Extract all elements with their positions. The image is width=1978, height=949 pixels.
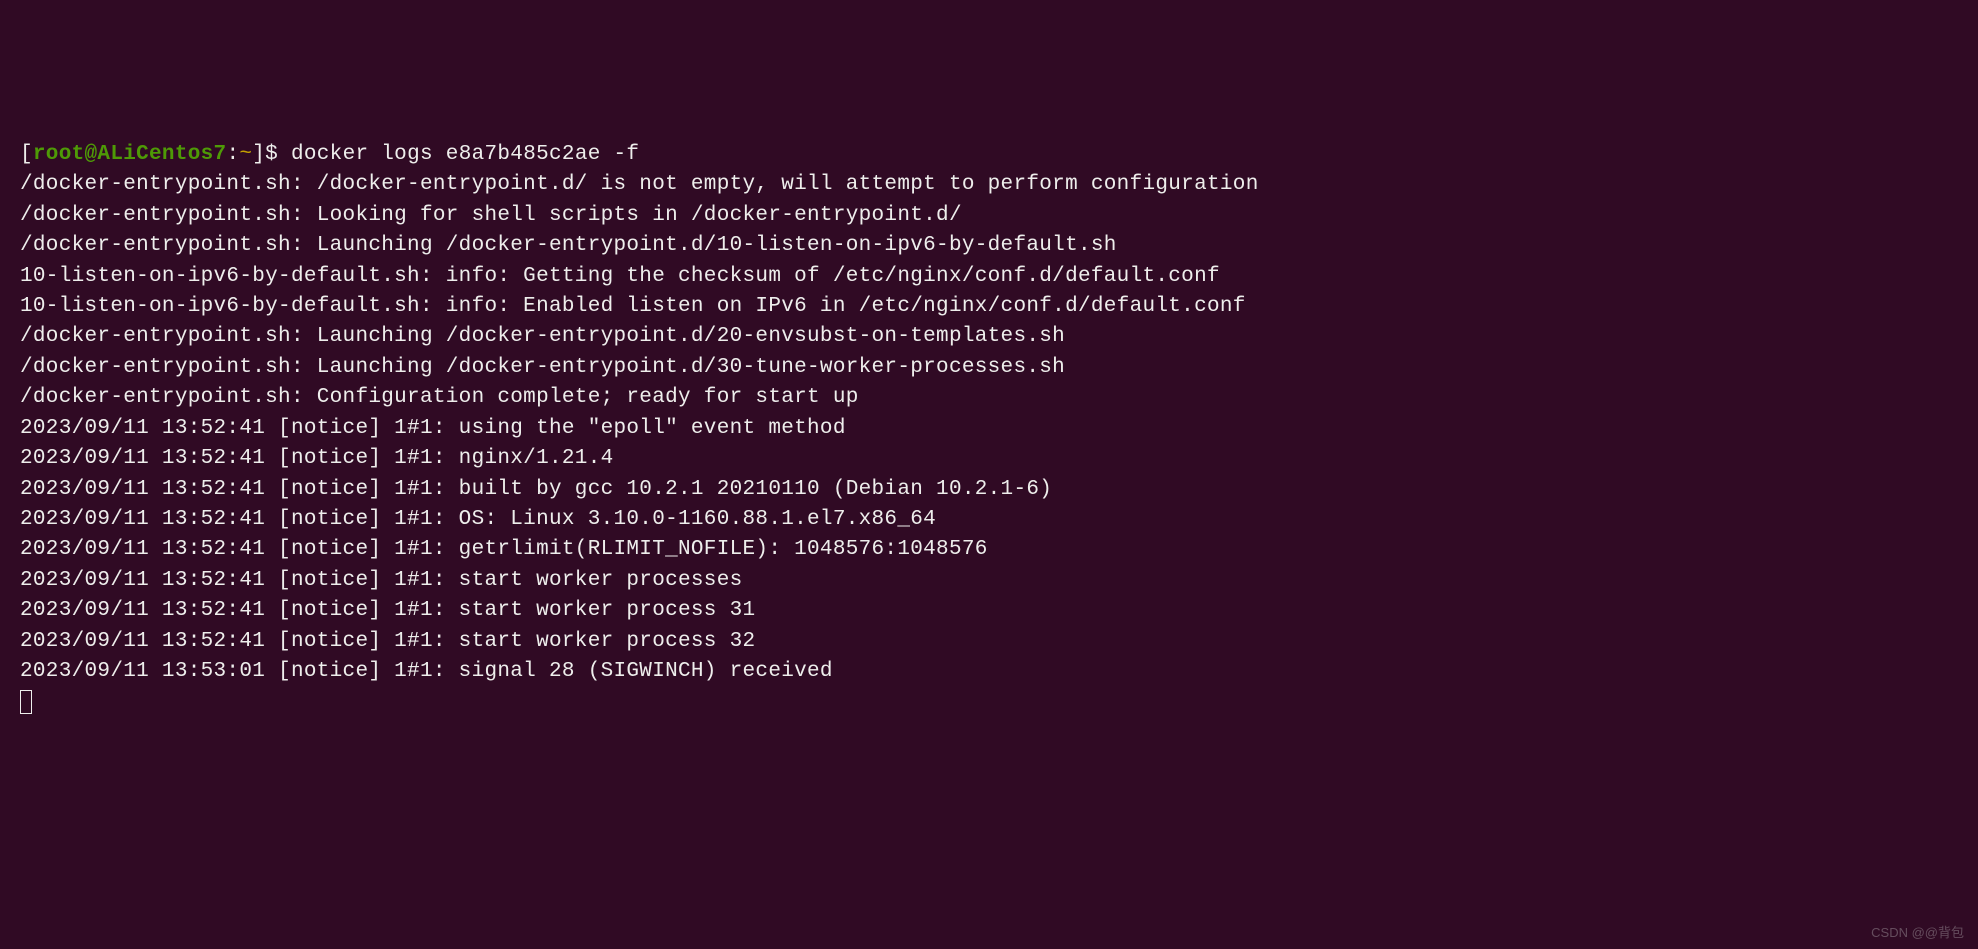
log-line: /docker-entrypoint.sh: Launching /docker…: [20, 234, 1117, 257]
log-line: 2023/09/11 13:52:41 [notice] 1#1: OS: Li…: [20, 508, 936, 531]
log-line: /docker-entrypoint.sh: Configuration com…: [20, 386, 859, 409]
cursor: [20, 690, 32, 714]
log-line: /docker-entrypoint.sh: Looking for shell…: [20, 204, 962, 227]
command-input[interactable]: docker logs e8a7b485c2ae -f: [291, 143, 639, 166]
log-line: 10-listen-on-ipv6-by-default.sh: info: E…: [20, 295, 1246, 318]
log-line: 2023/09/11 13:52:41 [notice] 1#1: nginx/…: [20, 447, 614, 470]
watermark: CSDN @@背包: [1871, 924, 1964, 943]
log-line: 2023/09/11 13:52:41 [notice] 1#1: start …: [20, 599, 755, 622]
log-line: 2023/09/11 13:52:41 [notice] 1#1: getrli…: [20, 538, 988, 561]
prompt-colon: :: [226, 143, 239, 166]
log-line: 10-listen-on-ipv6-by-default.sh: info: G…: [20, 265, 1220, 288]
log-line: 2023/09/11 13:52:41 [notice] 1#1: start …: [20, 630, 755, 653]
prompt-tilde: ~: [239, 143, 252, 166]
prompt-close-bracket: ]$: [252, 143, 291, 166]
log-line: 2023/09/11 13:53:01 [notice] 1#1: signal…: [20, 660, 833, 683]
log-line: 2023/09/11 13:52:41 [notice] 1#1: start …: [20, 569, 743, 592]
log-line: /docker-entrypoint.sh: Launching /docker…: [20, 325, 1065, 348]
log-line: 2023/09/11 13:52:41 [notice] 1#1: built …: [20, 478, 1052, 501]
log-line: /docker-entrypoint.sh: Launching /docker…: [20, 356, 1065, 379]
terminal-area[interactable]: [root@ALiCentos7:~]$ docker logs e8a7b48…: [20, 140, 1958, 718]
prompt-open-bracket: [: [20, 143, 33, 166]
log-line: /docker-entrypoint.sh: /docker-entrypoin…: [20, 173, 1259, 196]
log-line: 2023/09/11 13:52:41 [notice] 1#1: using …: [20, 417, 846, 440]
prompt-user-host: root@ALiCentos7: [33, 143, 227, 166]
